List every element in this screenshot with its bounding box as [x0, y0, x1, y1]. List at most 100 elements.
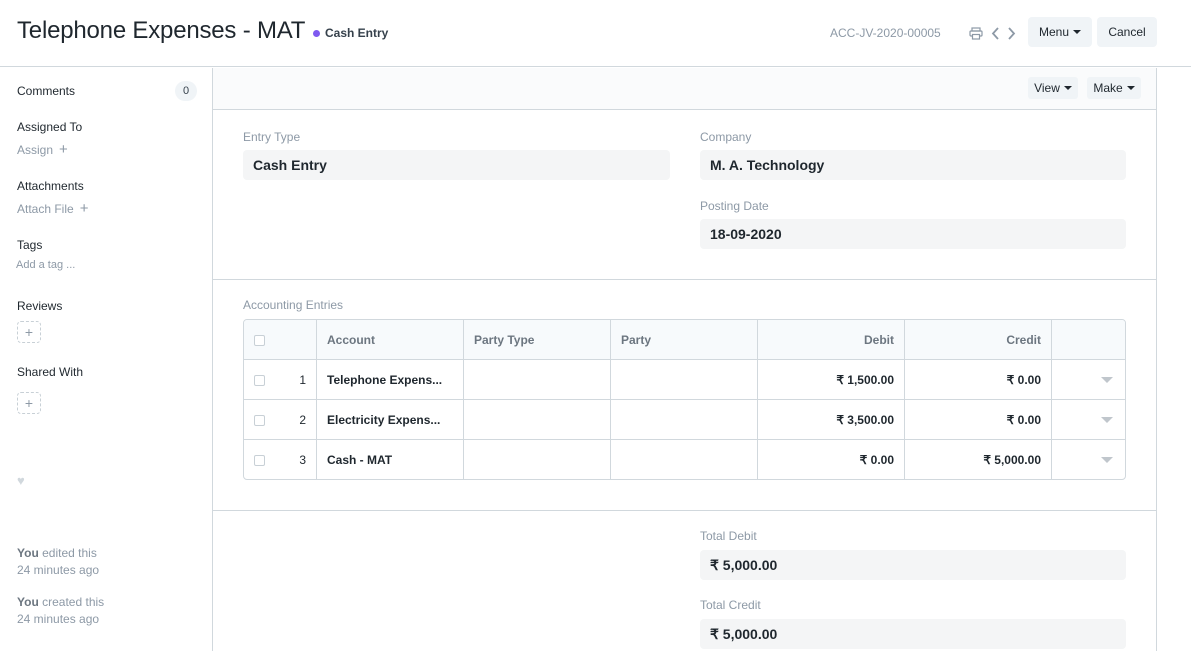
- caret-down-icon: [1063, 86, 1072, 90]
- grid-header-credit: Credit: [905, 320, 1052, 360]
- assigned-to-label: Assigned To: [17, 120, 83, 134]
- activity-item: You created this 24 minutes ago: [17, 594, 104, 628]
- status-dot-icon: [313, 29, 320, 37]
- activity-time: 24 minutes ago: [17, 563, 100, 577]
- add-share-button[interactable]: +: [17, 392, 41, 414]
- debit-cell[interactable]: ₹ 0.00: [758, 440, 905, 479]
- posting-date-field[interactable]: 18-09-2020: [700, 219, 1126, 249]
- party-cell[interactable]: [611, 360, 758, 400]
- attachments-label: Attachments: [17, 179, 84, 193]
- view-label: View: [1034, 81, 1060, 95]
- menu-button[interactable]: Menu: [1028, 17, 1092, 47]
- row-edit-toggle[interactable]: [1052, 440, 1125, 479]
- credit-cell[interactable]: ₹ 0.00: [905, 360, 1052, 400]
- heart-icon[interactable]: ♥: [17, 473, 25, 488]
- attach-file-label: Attach File: [17, 201, 74, 216]
- caret-down-icon: [1073, 30, 1082, 34]
- accounting-entries-grid: Account Party Type Party Debit Credit 1 …: [243, 319, 1126, 480]
- row-edit-toggle[interactable]: [1052, 400, 1125, 440]
- shared-with-label: Shared With: [17, 365, 84, 379]
- grid-header-row: Account Party Type Party Debit Credit: [244, 320, 1125, 360]
- table-row[interactable]: 3 Cash - MAT ₹ 0.00 ₹ 5,000.00: [244, 440, 1125, 479]
- table-row[interactable]: 2 Electricity Expens... ₹ 3,500.00 ₹ 0.0…: [244, 400, 1125, 440]
- dropdown-arrow-icon: [1101, 457, 1113, 463]
- total-debit-field: ₹ 5,000.00: [700, 550, 1126, 580]
- activity-action: edited this: [42, 546, 97, 560]
- debit-cell[interactable]: ₹ 3,500.00: [758, 400, 905, 440]
- row-index-cell: 2: [244, 400, 317, 440]
- status-indicator: Cash Entry: [313, 26, 388, 40]
- activity-user: You: [17, 595, 39, 609]
- dropdown-arrow-icon: [1101, 417, 1113, 423]
- credit-cell[interactable]: ₹ 0.00: [905, 400, 1052, 440]
- attach-file-link[interactable]: Attach File +: [17, 201, 88, 216]
- party-type-cell[interactable]: [464, 440, 611, 479]
- menu-button-label: Menu: [1038, 25, 1070, 39]
- chevron-left-icon[interactable]: [988, 25, 1002, 41]
- row-index-cell: 3: [244, 440, 317, 479]
- account-cell[interactable]: Telephone Expens...: [317, 360, 464, 400]
- total-credit-label: Total Credit: [700, 598, 761, 612]
- make-dropdown-button[interactable]: Make: [1087, 77, 1141, 99]
- grid-header-party: Party: [611, 320, 758, 360]
- plus-icon: +: [59, 141, 68, 158]
- total-credit-field: ₹ 5,000.00: [700, 619, 1126, 649]
- form-sidebar: Comments 0 Assigned To Assign + Attachme…: [0, 68, 212, 651]
- row-index: 3: [299, 453, 306, 467]
- account-cell[interactable]: Electricity Expens...: [317, 400, 464, 440]
- comments-count-badge: 0: [175, 81, 197, 101]
- page-title: Telephone Expenses - MAT: [17, 17, 306, 44]
- company-field[interactable]: M. A. Technology: [700, 150, 1126, 180]
- entry-type-label: Entry Type: [243, 130, 301, 144]
- comments-label[interactable]: Comments: [17, 84, 75, 98]
- plus-icon: +: [79, 200, 89, 217]
- reviews-label: Reviews: [17, 299, 63, 313]
- page-header: Telephone Expenses - MAT Cash Entry ACC-…: [0, 0, 1191, 67]
- assign-link-label: Assign: [17, 142, 54, 157]
- row-edit-toggle[interactable]: [1052, 360, 1125, 400]
- dropdown-arrow-icon: [1101, 377, 1113, 383]
- status-label: Cash Entry: [325, 26, 389, 40]
- assign-link[interactable]: Assign +: [17, 142, 68, 157]
- row-index: 1: [299, 373, 306, 387]
- activity-item: You edited this 24 minutes ago: [17, 545, 99, 579]
- checkbox-icon: [254, 334, 265, 346]
- checkbox-icon[interactable]: [254, 414, 265, 426]
- checkbox-icon[interactable]: [254, 454, 265, 466]
- grid-header-party-type: Party Type: [464, 320, 611, 360]
- form-main: View Make Entry Type Cash Entry Company …: [212, 68, 1157, 651]
- debit-cell[interactable]: ₹ 1,500.00: [758, 360, 905, 400]
- add-tag-input[interactable]: Add a tag ...: [16, 259, 75, 271]
- document-id: ACC-JV-2020-00005: [830, 26, 941, 40]
- grid-header-account: Account: [317, 320, 464, 360]
- form-toolbar: View Make: [213, 68, 1156, 110]
- party-cell[interactable]: [611, 440, 758, 479]
- checkbox-icon[interactable]: [254, 374, 265, 386]
- credit-cell[interactable]: ₹ 5,000.00: [905, 440, 1052, 479]
- company-label: Company: [700, 130, 752, 144]
- activity-user: You: [17, 546, 39, 560]
- view-dropdown-button[interactable]: View: [1028, 77, 1078, 99]
- printer-icon[interactable]: [969, 25, 983, 41]
- party-type-cell[interactable]: [464, 360, 611, 400]
- table-row[interactable]: 1 Telephone Expens... ₹ 1,500.00 ₹ 0.00: [244, 360, 1125, 400]
- entry-type-field[interactable]: Cash Entry: [243, 150, 670, 180]
- activity-action: created this: [42, 595, 105, 609]
- chevron-right-icon[interactable]: [1004, 25, 1018, 41]
- accounting-entries-label: Accounting Entries: [243, 298, 344, 312]
- account-cell[interactable]: Cash - MAT: [317, 440, 464, 479]
- add-review-button[interactable]: +: [17, 321, 41, 343]
- posting-date-label: Posting Date: [700, 199, 769, 213]
- grid-header-actions: [1052, 320, 1125, 360]
- activity-time: 24 minutes ago: [17, 612, 100, 626]
- tags-label: Tags: [17, 238, 43, 252]
- make-label: Make: [1093, 81, 1123, 95]
- row-index: 2: [299, 413, 306, 427]
- grid-select-all[interactable]: [244, 320, 317, 360]
- party-type-cell[interactable]: [464, 400, 611, 440]
- row-index-cell: 1: [244, 360, 317, 400]
- details-section: Entry Type Cash Entry Company M. A. Tech…: [213, 110, 1156, 280]
- cancel-button[interactable]: Cancel: [1097, 17, 1157, 47]
- party-cell[interactable]: [611, 400, 758, 440]
- caret-down-icon: [1126, 86, 1135, 90]
